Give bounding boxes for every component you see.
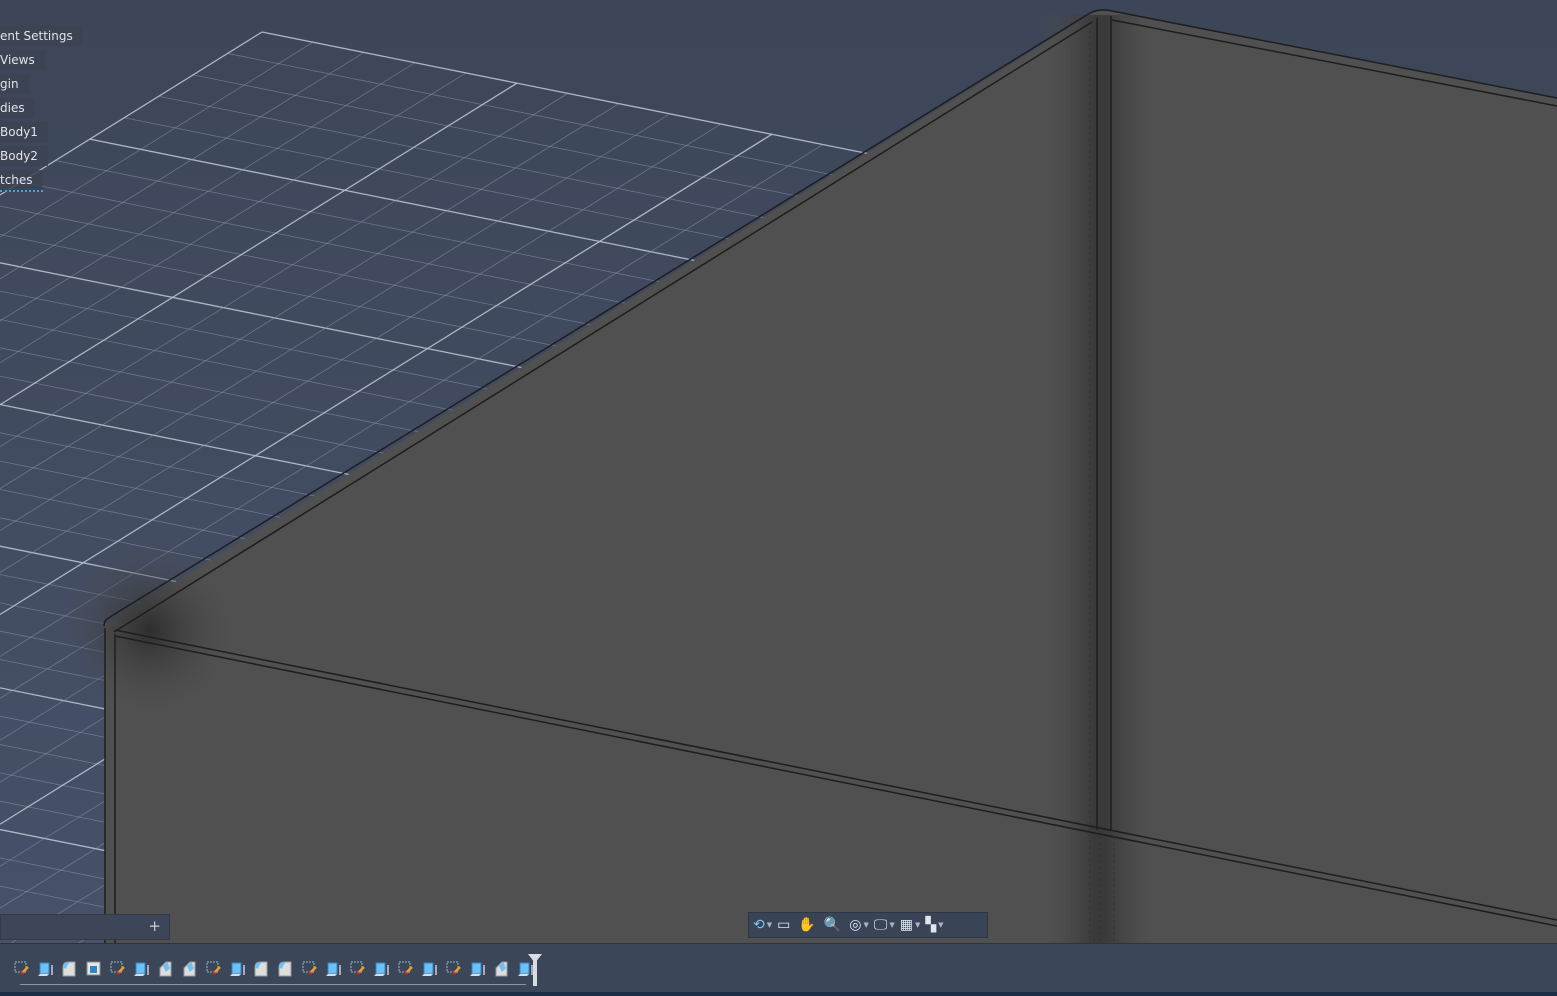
3d-viewport[interactable]: ent Settings Views gin dies Body1 Body2 … — [0, 0, 1557, 943]
sketch-icon — [302, 961, 317, 975]
timeline-feature-chamfer[interactable] — [178, 958, 202, 978]
grid-line — [0, 52, 365, 280]
timeline-feature-sketch[interactable] — [298, 958, 322, 978]
grid-button[interactable]: ▦ ▼ — [900, 917, 924, 933]
chevron-down-icon[interactable]: ▼ — [915, 921, 920, 929]
pan-hand-icon: ✋ — [798, 917, 816, 933]
chamfer-icon — [495, 961, 508, 977]
timeline-feature-extrude[interactable] — [130, 958, 154, 978]
browser-item-body2[interactable]: Body2 — [0, 146, 48, 166]
bottom-edge — [0, 992, 1557, 996]
timeline-feature-sketch[interactable] — [346, 958, 370, 978]
add-comment-button[interactable]: + — [148, 917, 161, 935]
orbit-icon: ⟲ — [753, 917, 765, 933]
fillet-icon — [278, 961, 292, 977]
grid-line — [0, 82, 518, 406]
corner-shade — [60, 540, 240, 720]
browser-item-named-views[interactable]: Views — [0, 50, 45, 70]
sketch-icon — [446, 961, 461, 975]
extrude-icon — [422, 962, 437, 976]
comments-panel: + — [0, 914, 170, 940]
extrude-icon — [38, 962, 53, 976]
browser-item-origin[interactable]: gin — [0, 74, 29, 94]
chevron-down-icon[interactable]: ▼ — [863, 921, 868, 929]
timeline-feature-extrude[interactable] — [226, 958, 250, 978]
extrude-icon — [134, 962, 149, 976]
chamfer-icon — [183, 961, 196, 977]
grid-icon: ▦ — [899, 917, 913, 933]
box-face — [104, 10, 1557, 943]
display-settings-icon: 🖵 — [873, 917, 888, 933]
timeline-track — [20, 984, 526, 985]
browser-item-sketches[interactable]: tches — [0, 170, 43, 192]
chevron-down-icon[interactable]: ▼ — [767, 921, 772, 929]
viewports-button[interactable]: ▚ ▼ — [925, 917, 946, 933]
browser-item-document-settings[interactable]: ent Settings — [0, 26, 83, 46]
timeline-feature-extrude[interactable] — [418, 958, 442, 978]
browser-item-bodies[interactable]: dies — [0, 98, 35, 118]
shell-icon — [86, 961, 101, 976]
extrude-icon — [326, 962, 341, 976]
fit-icon: ◎ — [849, 917, 862, 933]
sketch-icon — [110, 961, 125, 975]
fillet-icon — [254, 961, 268, 977]
sketch-icon — [206, 961, 221, 975]
timeline-feature-chamfer[interactable] — [154, 958, 178, 978]
fit-button[interactable]: ◎ ▼ — [849, 917, 872, 933]
fillet-icon — [62, 961, 76, 977]
timeline-feature-fillet[interactable] — [58, 958, 82, 978]
timeline-feature-extrude[interactable] — [34, 958, 58, 978]
navigation-toolbar: ⟲ ▼ ▭ ✋ 🔍 ◎ ▼ 🖵 ▼ ▦ ▼ ▚ ▼ — [748, 912, 988, 938]
timeline-feature-shell[interactable] — [82, 958, 106, 978]
pan-hand-button[interactable]: ✋ — [798, 917, 821, 933]
look-at-button[interactable]: ▭ — [777, 917, 796, 933]
look-at-icon: ▭ — [777, 917, 791, 933]
extrude-icon — [374, 962, 389, 976]
browser-item-body1[interactable]: Body1 — [0, 122, 48, 142]
timeline-feature-sketch[interactable] — [10, 958, 34, 978]
sketch-icon — [14, 961, 29, 975]
timeline-feature-extrude[interactable] — [322, 958, 346, 978]
sketch-icon — [350, 961, 365, 975]
viewports-icon: ▚ — [925, 917, 937, 933]
zoom-button[interactable]: 🔍 — [824, 917, 847, 933]
wall-shade — [1040, 15, 1160, 943]
timeline-feature-fillet[interactable] — [250, 958, 274, 978]
chamfer-icon — [159, 961, 172, 977]
timeline — [0, 943, 1557, 993]
extrude-icon — [470, 962, 485, 976]
display-settings-button[interactable]: 🖵 ▼ — [874, 917, 898, 933]
sketch-icon — [398, 961, 413, 975]
timeline-feature-fillet[interactable] — [274, 958, 298, 978]
timeline-marker[interactable] — [528, 954, 542, 986]
timeline-feature-sketch[interactable] — [442, 958, 466, 978]
orbit-button[interactable]: ⟲ ▼ — [753, 917, 775, 933]
timeline-features — [10, 958, 538, 978]
grid-line — [0, 72, 467, 364]
zoom-icon: 🔍 — [823, 917, 842, 933]
timeline-feature-extrude[interactable] — [370, 958, 394, 978]
model-scene[interactable] — [0, 0, 1557, 943]
timeline-feature-sketch[interactable] — [202, 958, 226, 978]
timeline-feature-extrude[interactable] — [466, 958, 490, 978]
chevron-down-icon[interactable]: ▼ — [938, 921, 943, 929]
timeline-feature-sketch[interactable] — [394, 958, 418, 978]
chevron-down-icon[interactable]: ▼ — [889, 921, 894, 929]
timeline-feature-sketch[interactable] — [106, 958, 130, 978]
extrude-icon — [230, 962, 245, 976]
timeline-feature-chamfer[interactable] — [490, 958, 514, 978]
